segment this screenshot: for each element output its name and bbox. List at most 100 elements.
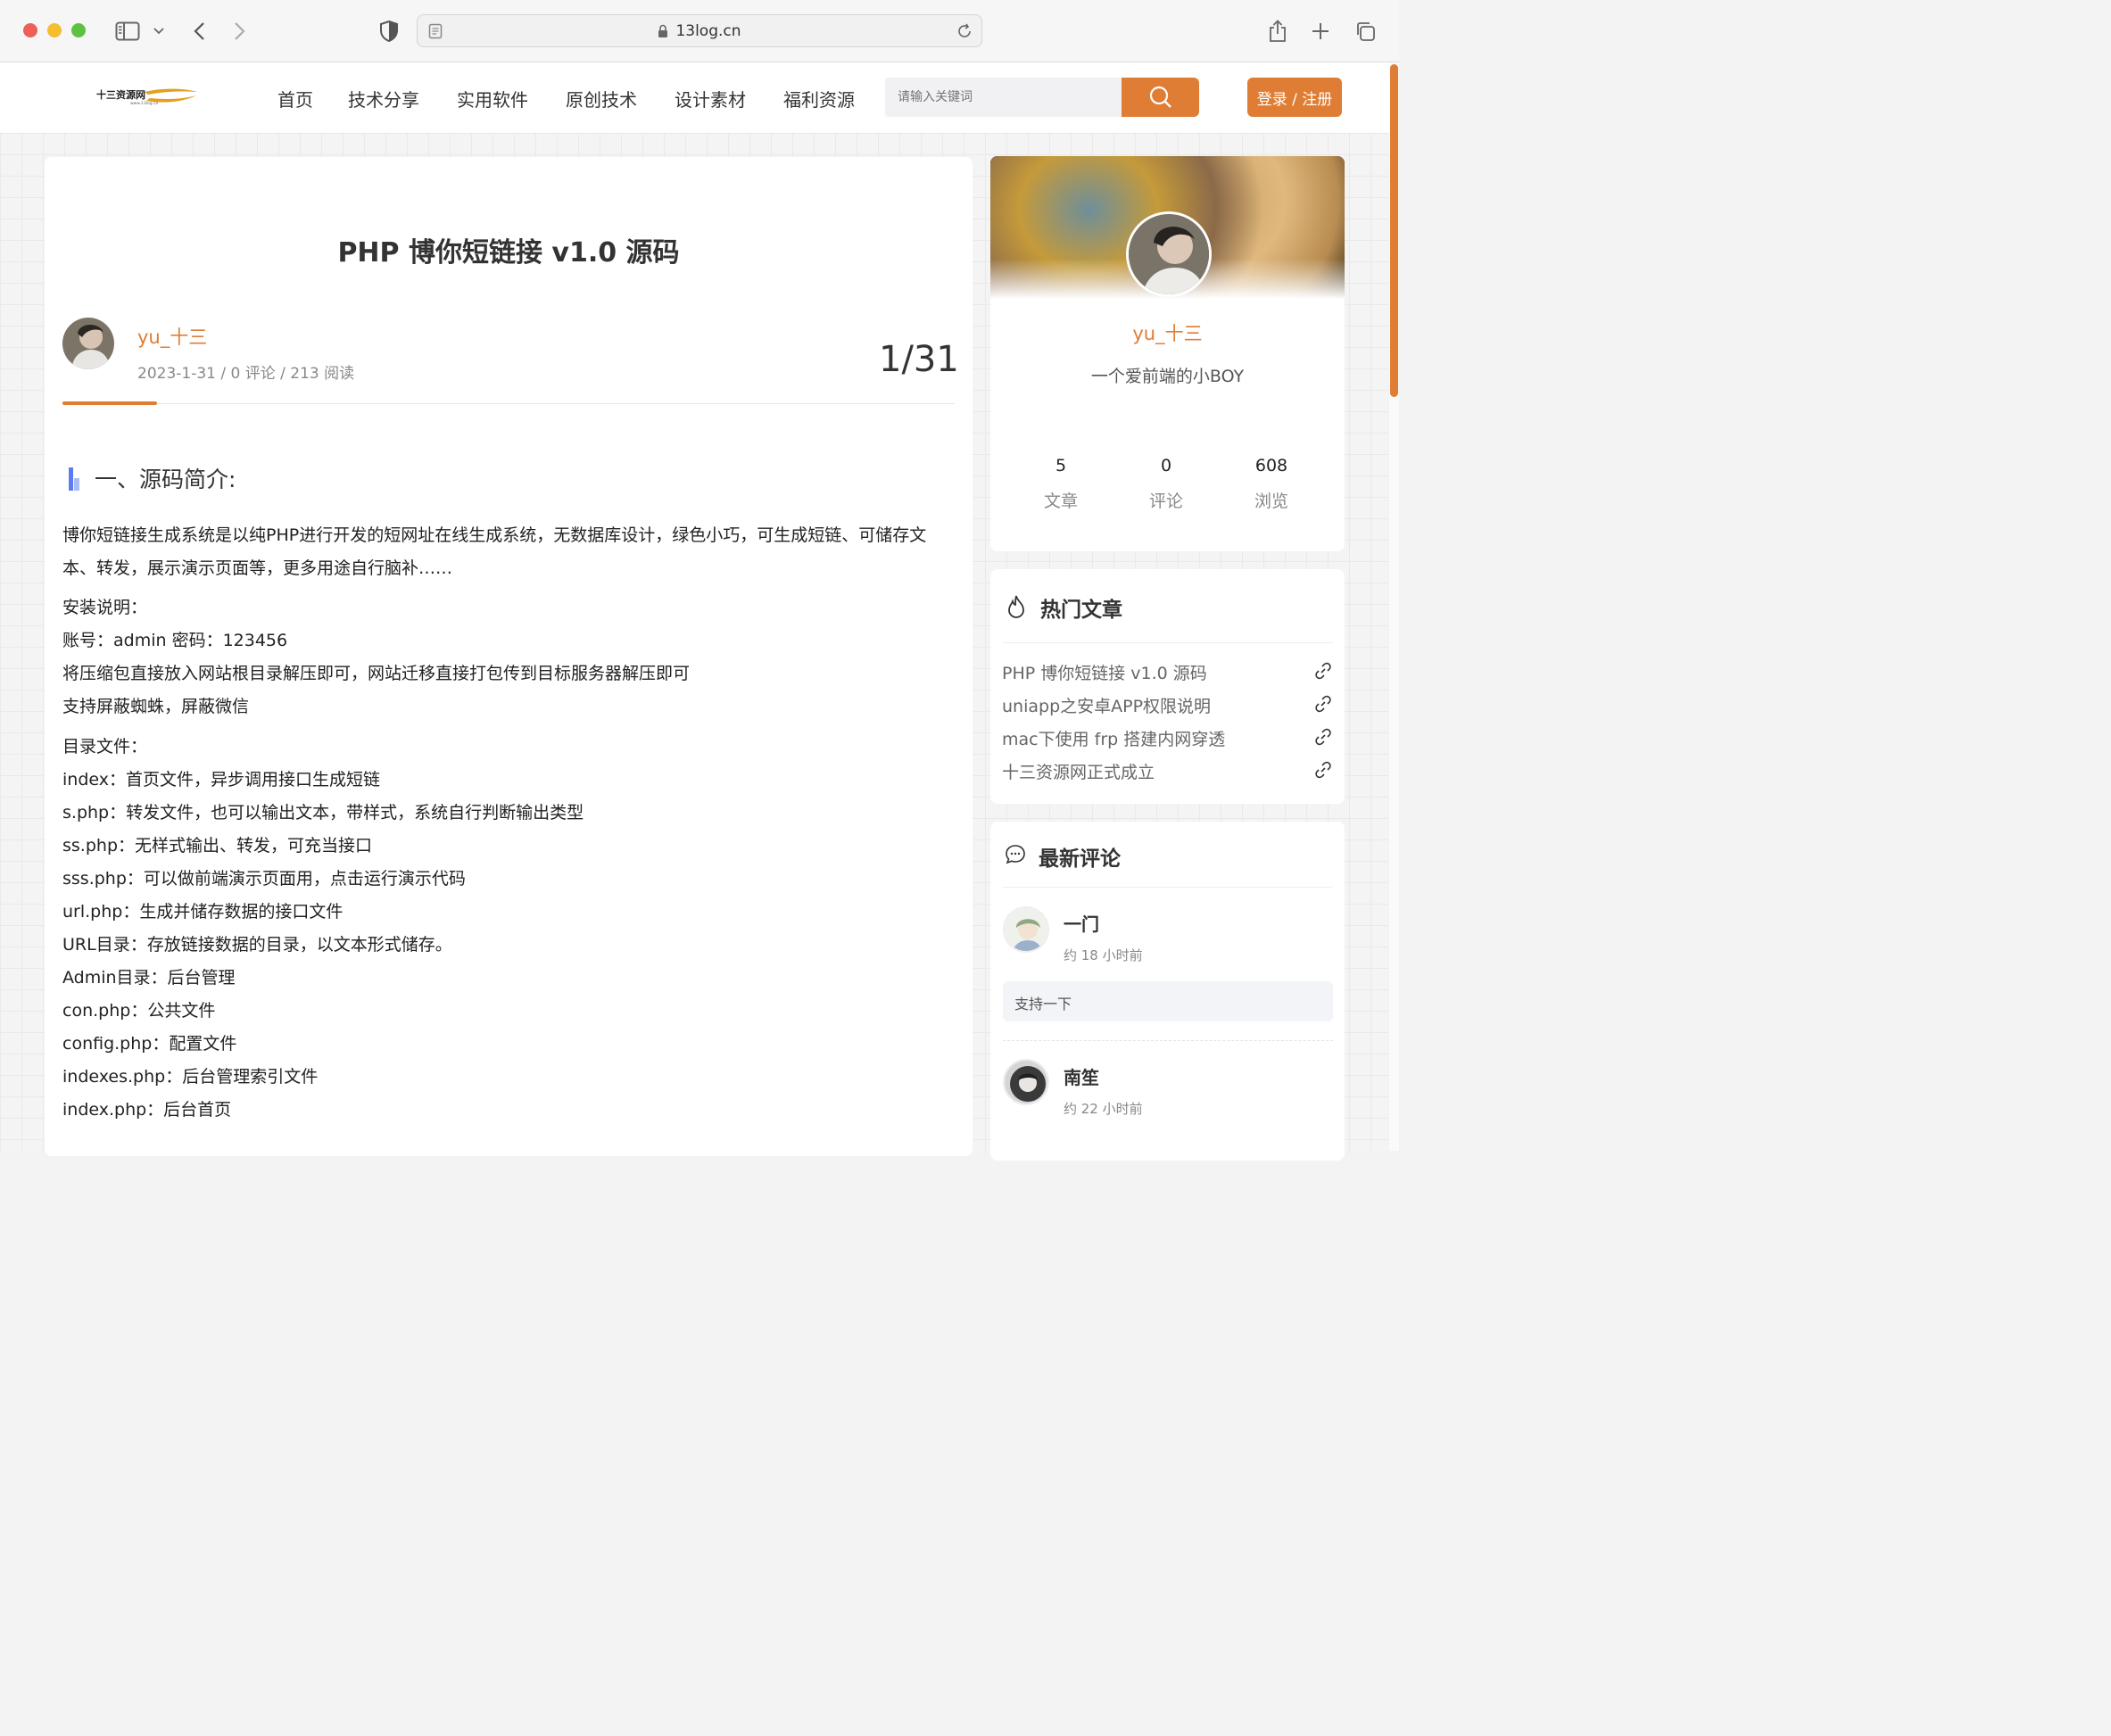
content-line: Admin目录：后台管理	[62, 968, 236, 988]
hot-article-item[interactable]: PHP 博你短链接 v1.0 源码	[1002, 660, 1332, 684]
nav-design-material[interactable]: 设计素材	[675, 86, 746, 112]
content-line: con.php：公共文件	[62, 1001, 216, 1021]
shield-icon[interactable]	[376, 18, 402, 45]
content-line: s.php：转发文件，也可以输出文本，带样式，系统自行判断输出类型	[62, 803, 584, 823]
card-divider	[1003, 642, 1333, 643]
logo-text: 十三资源网	[96, 88, 145, 101]
link-icon	[1314, 728, 1332, 746]
comment-icon	[1005, 844, 1026, 865]
hot-article-item[interactable]: 十三资源网正式成立	[1002, 759, 1332, 783]
heading-bar-icon	[68, 467, 82, 491]
page-counter: 1/31	[879, 339, 959, 380]
stat-label: 文章	[1043, 492, 1078, 511]
link-icon	[1314, 662, 1332, 680]
nav-home[interactable]: 首页	[277, 86, 313, 112]
stat-value: 608	[1254, 456, 1288, 475]
flame-icon	[1005, 594, 1028, 619]
stat-views[interactable]: 608 浏览	[1218, 456, 1325, 512]
stat-value: 5	[1055, 456, 1067, 475]
author-avatar[interactable]	[62, 318, 114, 369]
stat-articles[interactable]: 5 文章	[1007, 456, 1114, 512]
hot-article-title: PHP 博你短链接 v1.0 源码	[1002, 664, 1207, 683]
commenter-avatar[interactable]	[1003, 906, 1049, 953]
hot-articles-heading: 热门文章	[1040, 599, 1122, 622]
nav-tech-share[interactable]: 技术分享	[348, 86, 419, 112]
nav-welfare-resources[interactable]: 福利资源	[783, 86, 855, 112]
author-name[interactable]: yu_十三	[137, 323, 207, 350]
content-line: ss.php：无样式输出、转发，可充当接口	[62, 836, 373, 856]
profile-description: 一个爱前端的小BOY	[1090, 367, 1245, 386]
commenter-name[interactable]: 南笙	[1064, 1063, 1099, 1089]
article-meta: 2023-1-31 / 0 评论 / 213 阅读	[137, 365, 355, 383]
link-icon	[1314, 761, 1332, 779]
comment-time: 约 18 小时前	[1064, 947, 1143, 963]
content-line: indexes.php：后台管理索引文件	[62, 1067, 319, 1087]
content-line: 目录文件：	[62, 737, 148, 756]
comment-time: 约 22 小时前	[1064, 1101, 1143, 1117]
section-heading: 一、源码简介:	[95, 467, 236, 492]
hot-article-item[interactable]: mac下使用 frp 搭建内网穿透	[1002, 726, 1332, 750]
search-input[interactable]	[885, 78, 1122, 117]
stat-label: 浏览	[1254, 492, 1288, 511]
hot-article-title: 十三资源网正式成立	[1002, 763, 1155, 782]
content-line: 支持屏蔽蜘蛛，屏蔽微信	[62, 697, 250, 716]
url-text: 13log.cn	[675, 21, 741, 40]
comment-text: 支持一下	[1003, 981, 1333, 1021]
sidebar-toggle-icon[interactable]	[114, 18, 141, 45]
back-icon[interactable]	[186, 18, 212, 45]
hot-articles-card: 热门文章 PHP 博你短链接 v1.0 源码 uniapp之安卓APP权限说明 …	[990, 569, 1345, 804]
header-divider-accent	[62, 401, 157, 405]
address-bar[interactable]: 13log.cn	[417, 14, 982, 47]
commenter-name[interactable]: 一门	[1064, 910, 1099, 936]
content-line: index：首页文件，异步调用接口生成短链	[62, 770, 380, 789]
content-line: URL目录：存放链接数据的目录，以文本形式储存。	[62, 935, 452, 955]
minimize-window-button[interactable]	[47, 23, 62, 37]
search-icon	[1149, 86, 1171, 108]
content-line: 安装说明：	[62, 598, 148, 617]
search-button[interactable]	[1122, 78, 1199, 117]
share-icon[interactable]	[1264, 18, 1291, 45]
card-divider	[1003, 887, 1333, 888]
scrollbar-thumb[interactable]	[1390, 64, 1398, 397]
reload-icon[interactable]	[956, 23, 973, 39]
hot-article-title: uniapp之安卓APP权限说明	[1002, 697, 1212, 716]
commenter-avatar[interactable]	[1003, 1059, 1049, 1105]
stat-comments[interactable]: 0 评论	[1113, 456, 1220, 512]
stat-label: 评论	[1148, 492, 1183, 511]
comment-separator	[1003, 1040, 1333, 1041]
content-line: 账号：admin 密码：123456	[62, 631, 288, 650]
nav-original-tech[interactable]: 原创技术	[566, 86, 637, 112]
hot-article-item[interactable]: uniapp之安卓APP权限说明	[1002, 693, 1332, 717]
page-icon	[428, 23, 443, 39]
profile-name[interactable]: yu_十三	[990, 319, 1345, 346]
content-line: index.php：后台首页	[62, 1100, 232, 1120]
site-header: 十三资源网 www.13log.cn 首页 技术分享 实用软件 原创技术 设计素…	[0, 62, 1399, 133]
stat-value: 0	[1160, 456, 1172, 475]
lock-icon	[658, 24, 668, 38]
article-card: PHP 博你短链接 v1.0 源码 yu_十三 2023-1-31 / 0 评论…	[45, 157, 973, 1156]
chevron-down-icon[interactable]	[145, 18, 172, 45]
logo-subtext: www.13log.cn	[130, 101, 159, 106]
close-window-button[interactable]	[23, 23, 37, 37]
content-line: config.php：配置文件	[62, 1034, 237, 1054]
forward-icon[interactable]	[227, 18, 253, 45]
latest-comments-heading: 最新评论	[1039, 847, 1121, 871]
profile-card: yu_十三 一个爱前端的小BOY 5 文章 0 评论 608 浏览	[990, 156, 1345, 551]
intro-paragraph: 博你短链接生成系统是以纯PHP进行开发的短网址在线生成系统，无数据库设计，绿色小…	[62, 525, 927, 578]
zoom-window-button[interactable]	[71, 23, 86, 37]
latest-comments-card: 最新评论 一门 约 18 小时前 支持一下 南笙 约 22 小时前	[990, 822, 1345, 1161]
content-line: sss.php：可以做前端演示页面用，点击运行演示代码	[62, 869, 466, 889]
browser-toolbar: 13log.cn	[0, 0, 1399, 62]
content-line: 将压缩包直接放入网站根目录解压即可，网站迁移直接打包传到目标服务器解压即可	[62, 664, 691, 683]
site-logo[interactable]: 十三资源网 www.13log.cn	[96, 87, 198, 106]
profile-avatar[interactable]	[1126, 211, 1212, 297]
content-line: url.php：生成并储存数据的接口文件	[62, 902, 344, 922]
link-icon	[1314, 695, 1332, 713]
nav-software[interactable]: 实用软件	[457, 86, 528, 112]
login-register-button[interactable]: 登录 / 注册	[1247, 78, 1342, 117]
article-title: PHP 博你短链接 v1.0 源码	[337, 237, 680, 269]
hot-article-title: mac下使用 frp 搭建内网穿透	[1002, 730, 1226, 749]
header-divider	[62, 403, 955, 404]
tab-overview-icon[interactable]	[1352, 18, 1378, 45]
new-tab-icon[interactable]	[1307, 18, 1334, 45]
